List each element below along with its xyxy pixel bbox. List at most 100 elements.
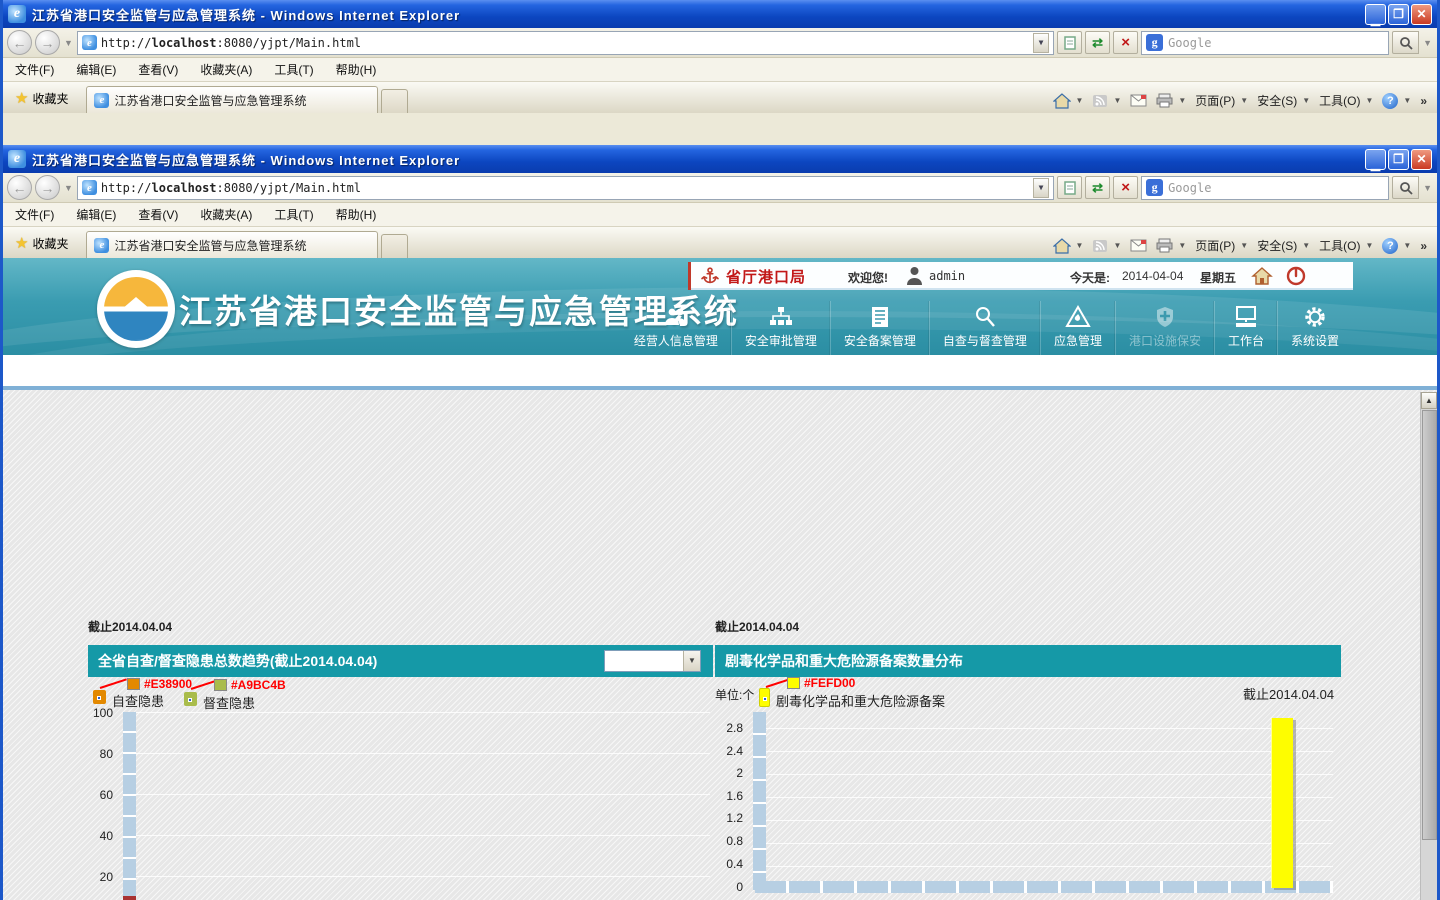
left-chart-filter-select[interactable]: ▼ (604, 650, 701, 672)
search-options-dropdown[interactable]: ▼ (1422, 38, 1433, 48)
today-label: 今天是: (1070, 269, 1110, 286)
close-button[interactable]: ✕ (1411, 4, 1432, 25)
nav-safety-filing[interactable]: 安全备案管理 (830, 301, 929, 355)
menu-view[interactable]: 查看(V) (138, 206, 178, 223)
rss-icon[interactable] (1092, 94, 1108, 108)
command-page[interactable]: 页面(P) (1195, 92, 1235, 109)
menu-tools[interactable]: 工具(T) (274, 206, 313, 223)
minimize-button[interactable]: ▁ (1365, 4, 1386, 25)
address-dropdown[interactable]: ▼ (1033, 178, 1049, 198)
menu-edit[interactable]: 编辑(E) (76, 61, 116, 78)
refresh-button[interactable]: ⇄ (1085, 176, 1110, 199)
nav-self-supervision[interactable]: 自查与督查管理 (929, 301, 1040, 355)
overflow-chevron-icon[interactable]: » (1420, 239, 1427, 253)
scrollbar-thumb[interactable] (1422, 410, 1437, 840)
command-tools[interactable]: 工具(O) (1319, 92, 1360, 109)
printer-icon[interactable] (1156, 93, 1173, 108)
stop-button[interactable]: × (1113, 31, 1138, 54)
command-safety[interactable]: 安全(S) (1257, 237, 1297, 254)
address-dropdown[interactable]: ▼ (1033, 33, 1049, 53)
refresh-button[interactable]: ⇄ (1085, 31, 1110, 54)
address-bar[interactable]: e http://localhost:8080/yjpt/Main.html ▼ (77, 31, 1054, 55)
y-tick: 40 (81, 829, 113, 843)
search-box[interactable]: g Google (1141, 31, 1389, 55)
active-tab[interactable]: e 江苏省港口安全监管与应急管理系统 (86, 86, 378, 113)
help-icon[interactable]: ? (1382, 93, 1398, 109)
active-tab[interactable]: e 江苏省港口安全监管与应急管理系统 (86, 231, 378, 258)
back-button[interactable]: ← (7, 175, 32, 200)
search-placeholder: Google (1168, 36, 1211, 50)
back-button[interactable]: ← (7, 30, 32, 55)
y-tick: 0.8 (711, 834, 743, 848)
menu-favorites[interactable]: 收藏夹(A) (200, 206, 252, 223)
close-button[interactable]: ✕ (1411, 149, 1432, 170)
command-page[interactable]: 页面(P) (1195, 237, 1235, 254)
search-icon (973, 305, 997, 329)
menu-help[interactable]: 帮助(H) (336, 61, 377, 78)
history-dropdown-icon[interactable]: ▼ (63, 183, 74, 193)
stop-button[interactable]: × (1113, 176, 1138, 199)
logout-power-icon[interactable] (1285, 265, 1307, 287)
favorites-button[interactable]: ★ 收藏夹 (7, 230, 76, 256)
menu-view[interactable]: 查看(V) (138, 61, 178, 78)
home-icon[interactable] (1053, 238, 1071, 254)
menu-file[interactable]: 文件(F) (15, 61, 54, 78)
nav-port-security[interactable]: 港口设施保安 (1115, 301, 1214, 355)
overflow-chevron-icon[interactable]: » (1420, 94, 1427, 108)
compatibility-button[interactable] (1057, 31, 1082, 54)
asof-label-left: 截止2014.04.04 (88, 618, 172, 635)
nav-workbench[interactable]: 工作台 (1214, 301, 1277, 355)
right-chart-header: 剧毒化学品和重大危险源备案数量分布 (715, 645, 1341, 677)
y-tick: 0 (711, 880, 743, 894)
menu-tools[interactable]: 工具(T) (274, 61, 313, 78)
minimize-button[interactable]: ▁ (1365, 149, 1386, 170)
history-dropdown-icon[interactable]: ▼ (63, 38, 74, 48)
window-titlebar[interactable]: e 江苏省港口安全监管与应急管理系统 - Windows Internet Ex… (3, 145, 1437, 173)
menu-edit[interactable]: 编辑(E) (76, 206, 116, 223)
printer-icon[interactable] (1156, 238, 1173, 253)
nav-emergency[interactable]: 应急管理 (1040, 301, 1115, 355)
left-chart-header: 全省自查/督查隐患总数趋势(截止2014.04.04) ▼ (88, 645, 713, 677)
forward-button[interactable]: → (35, 30, 60, 55)
spacer (3, 355, 1437, 386)
google-icon: g (1146, 34, 1163, 51)
address-bar[interactable]: e http://localhost:8080/yjpt/Main.html ▼ (77, 176, 1054, 200)
compatibility-button[interactable] (1057, 176, 1082, 199)
bar-toxic-chemicals[interactable] (1271, 718, 1293, 888)
y-tick: 1.6 (711, 789, 743, 803)
page-icon: e (82, 180, 97, 195)
command-tools[interactable]: 工具(O) (1319, 237, 1360, 254)
address-toolbar: ← → ▼ e http://localhost:8080/yjpt/Main.… (3, 173, 1437, 203)
maximize-button[interactable]: ❒ (1388, 4, 1409, 25)
search-button[interactable] (1392, 176, 1419, 199)
nav-operator-info[interactable]: 经营人信息管理 (621, 301, 731, 355)
mail-icon[interactable] (1130, 239, 1147, 252)
command-safety[interactable]: 安全(S) (1257, 92, 1297, 109)
nav-system-settings[interactable]: 系统设置 (1277, 301, 1352, 355)
home-icon[interactable] (1053, 93, 1071, 109)
rss-icon[interactable] (1092, 239, 1108, 253)
forward-button[interactable]: → (35, 175, 60, 200)
browser-window-back: e 江苏省港口安全监管与应急管理系统 - Windows Internet Ex… (0, 0, 1440, 145)
window-titlebar[interactable]: e 江苏省港口安全监管与应急管理系统 - Windows Internet Ex… (3, 0, 1437, 28)
nav-safety-approval[interactable]: 安全审批管理 (731, 301, 830, 355)
new-tab-button[interactable] (381, 89, 408, 113)
menu-file[interactable]: 文件(F) (15, 206, 54, 223)
scroll-up-button[interactable]: ▲ (1421, 392, 1437, 409)
search-box[interactable]: g Google (1141, 176, 1389, 200)
y-tick: 80 (81, 747, 113, 761)
new-tab-button[interactable] (381, 234, 408, 258)
vertical-scrollbar[interactable]: ▲ (1420, 392, 1437, 900)
mail-icon[interactable] (1130, 94, 1147, 107)
command-bar: ▼ ▼ ▼ 页面(P)▼ 安全(S)▼ 工具(O)▼ ?▼ » (1053, 92, 1433, 113)
maximize-button[interactable]: ❒ (1388, 149, 1409, 170)
tab-bar: ★ 收藏夹 e 江苏省港口安全监管与应急管理系统 ▼ ▼ ▼ 页面(P)▼ 安全… (3, 227, 1437, 258)
menu-favorites[interactable]: 收藏夹(A) (200, 61, 252, 78)
favorites-button[interactable]: ★ 收藏夹 (7, 85, 76, 111)
menu-help[interactable]: 帮助(H) (336, 206, 377, 223)
search-options-dropdown[interactable]: ▼ (1422, 183, 1433, 193)
annotation-line (191, 680, 216, 690)
home-icon[interactable] (1251, 265, 1273, 287)
search-button[interactable] (1392, 31, 1419, 54)
help-icon[interactable]: ? (1382, 238, 1398, 254)
